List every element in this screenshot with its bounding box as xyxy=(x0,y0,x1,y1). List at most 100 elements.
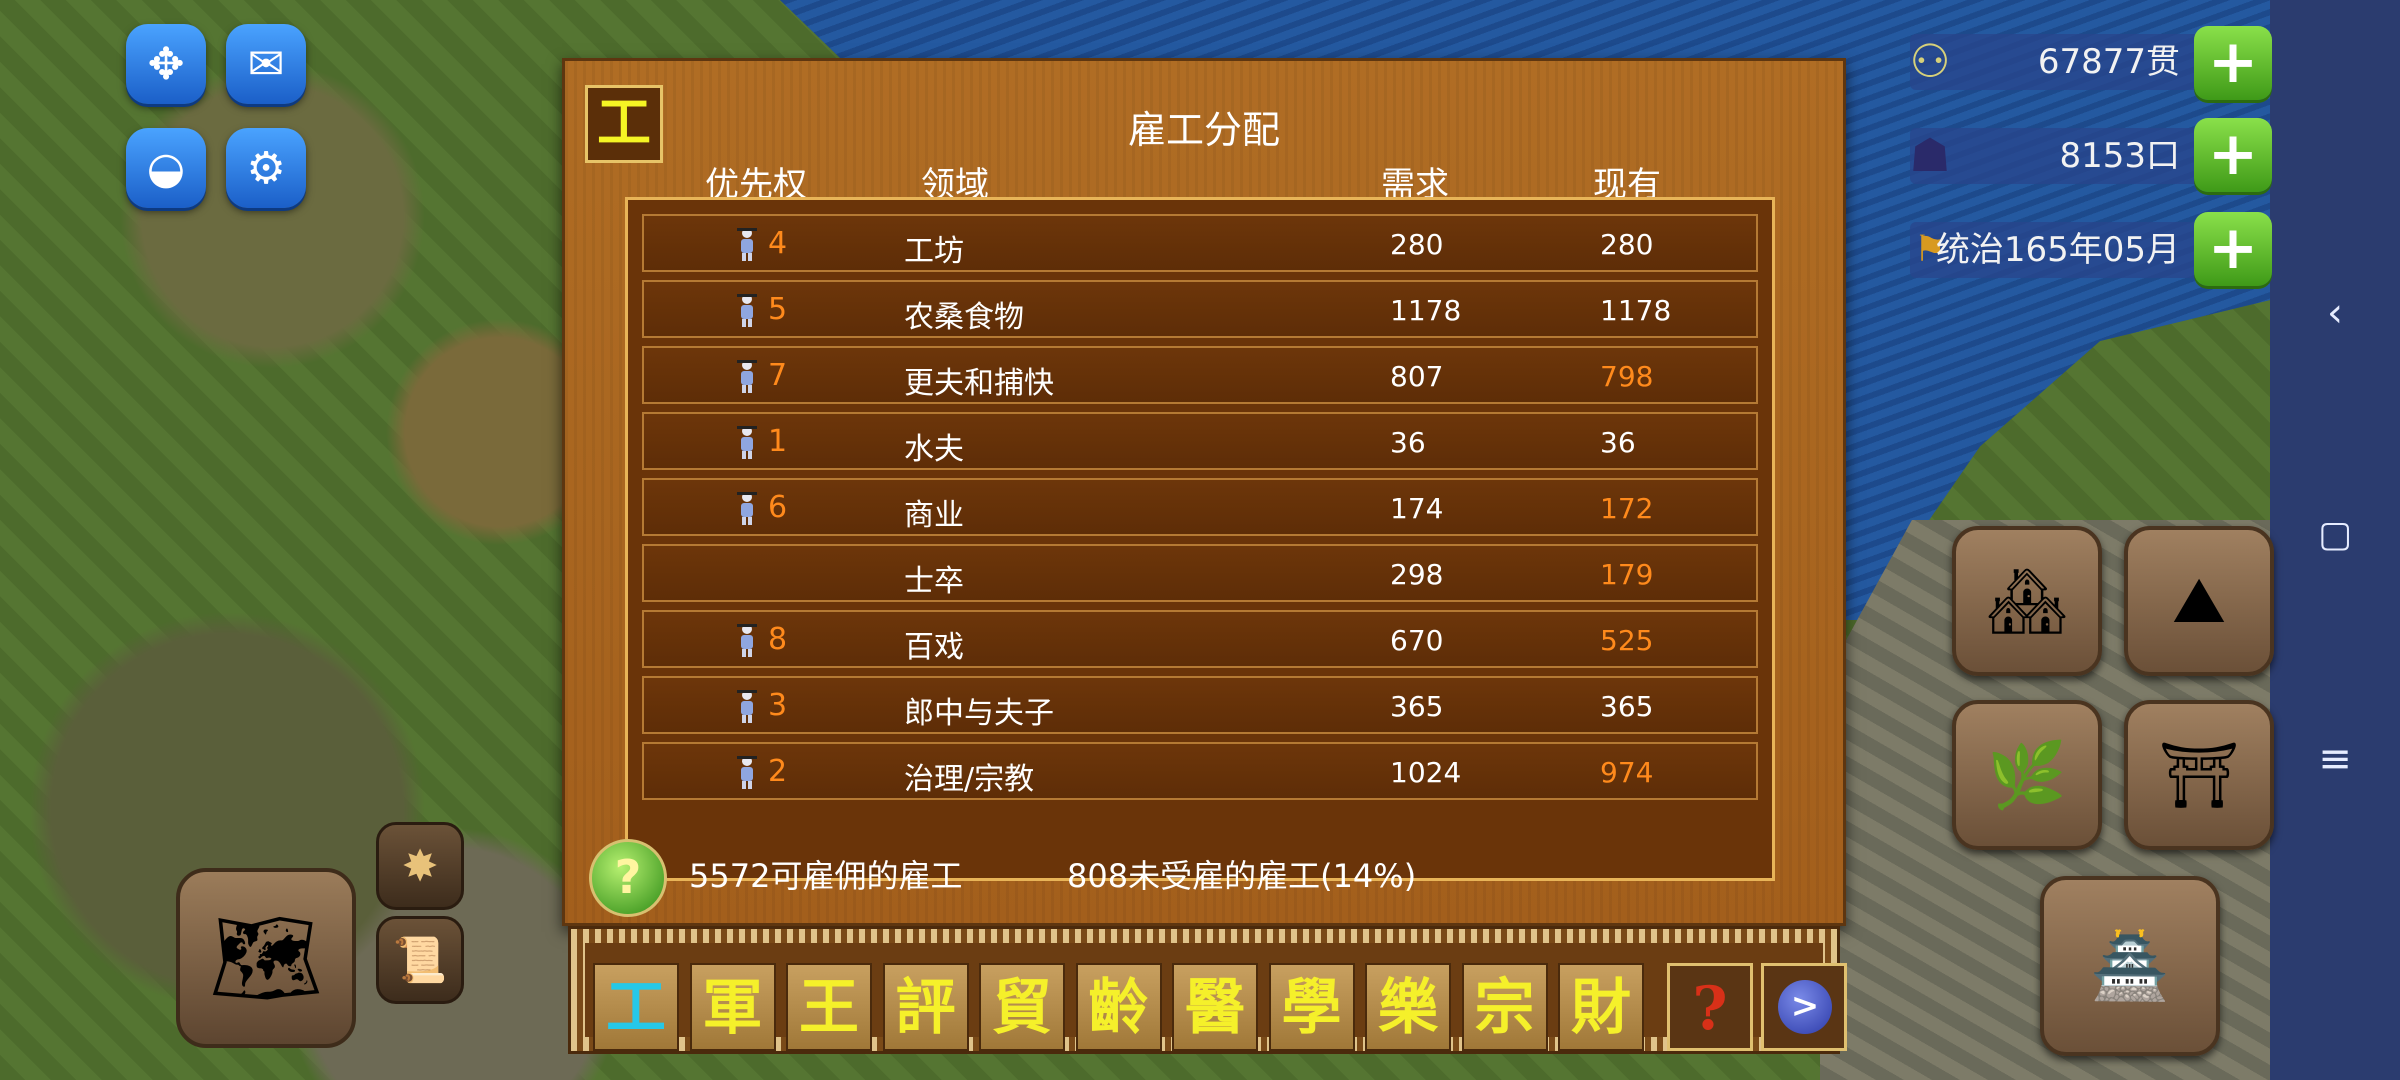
current-value: 36 xyxy=(1600,426,1636,459)
recent-apps-nav-button[interactable]: ≡ xyxy=(2270,736,2400,782)
worker-icon xyxy=(737,624,757,657)
priority-value[interactable]: 4 xyxy=(768,226,787,261)
unemployed-workers: 808未受雇的雇工(14%) xyxy=(1067,857,1417,895)
field-name: 郎中与夫子 xyxy=(904,696,1054,731)
toolbar-help-button[interactable]: ? xyxy=(1667,963,1753,1051)
advisor-button[interactable]: 宗 xyxy=(1461,963,1548,1051)
current-value: 172 xyxy=(1600,492,1654,525)
priority-value[interactable]: 7 xyxy=(768,358,787,393)
advisor-button[interactable]: 財 xyxy=(1558,963,1644,1051)
advisor-button[interactable]: 評 xyxy=(882,963,969,1051)
advisor-button[interactable]: 王 xyxy=(786,963,872,1051)
labor-row[interactable]: 2 治理/宗教 1024 974 xyxy=(642,742,1758,800)
star-icon[interactable]: ✸ xyxy=(376,822,464,910)
labor-row[interactable]: 7 更夫和捕快 807 798 xyxy=(642,346,1758,404)
advisor-button[interactable]: 醫 xyxy=(1172,963,1258,1051)
mail-icon[interactable]: ✉ xyxy=(226,24,306,104)
city-overview-icon[interactable]: 🏯 xyxy=(2040,876,2220,1056)
demand-value: 365 xyxy=(1390,690,1444,723)
demand-value: 1178 xyxy=(1390,294,1462,327)
advisor-toolbar-inner: 工軍王評貿齡醫學樂宗財 ? > xyxy=(585,943,1847,1051)
labor-row[interactable]: 4 工坊 280 280 xyxy=(642,214,1758,272)
reign-value: 统治165年05月 xyxy=(1935,230,2180,270)
priority-value[interactable]: 3 xyxy=(768,688,787,723)
labor-allocation-panel: 工 雇工分配 优先权 领域 需求 现有 4 工坊 280 280 5 农桑食物 1178 11… xyxy=(562,58,1846,926)
add-population-button[interactable]: + xyxy=(2194,118,2272,192)
field-name: 士卒 xyxy=(904,564,964,599)
advisor-button[interactable]: 工 xyxy=(593,963,679,1051)
population-display: ☗ 8153口 xyxy=(1890,120,2220,190)
worker-icon xyxy=(737,756,757,789)
demand-value: 298 xyxy=(1390,558,1444,591)
next-arrow-icon: > xyxy=(1778,980,1832,1034)
labor-table: 4 工坊 280 280 5 农桑食物 1178 1178 7 更夫和捕快 807 798 1 水夫 36 3… xyxy=(625,197,1775,881)
labor-row[interactable]: 8 百戏 670 525 xyxy=(642,610,1758,668)
housing-icon[interactable]: 🏘 xyxy=(1952,526,2102,676)
demand-value: 670 xyxy=(1390,624,1444,657)
temple-icon[interactable]: ⛩ xyxy=(2124,700,2274,850)
money-display: ⚇ 67877贯 xyxy=(1890,26,2220,96)
panel-title: 雇工分配 xyxy=(1127,108,1280,152)
current-value: 179 xyxy=(1600,558,1654,591)
labor-row[interactable]: 5 农桑食物 1178 1178 xyxy=(642,280,1758,338)
coins-icon: ⚇ xyxy=(1909,34,1951,88)
labor-row[interactable]: 士卒 298 179 xyxy=(642,544,1758,602)
priority-value[interactable]: 1 xyxy=(768,424,787,459)
available-workers: 5572可雇佣的雇工 xyxy=(689,857,963,895)
gear-icon[interactable]: ⚙ xyxy=(226,128,306,208)
worker-icon xyxy=(737,690,757,723)
field-name: 百戏 xyxy=(904,630,964,665)
reign-display: ⚑ 统治165年05月 xyxy=(1890,214,2220,284)
current-value: 525 xyxy=(1600,624,1654,657)
advisor-button[interactable]: 學 xyxy=(1268,963,1355,1051)
toolbar-next-button[interactable]: > xyxy=(1761,963,1847,1051)
add-money-button[interactable]: + xyxy=(2194,26,2272,100)
priority-value[interactable]: 2 xyxy=(768,754,787,789)
current-value: 798 xyxy=(1600,360,1654,393)
demand-value: 36 xyxy=(1390,426,1426,459)
worker-icon xyxy=(737,492,757,525)
field-name: 治理/宗教 xyxy=(904,762,1035,797)
current-value: 365 xyxy=(1600,690,1654,723)
help-button[interactable]: ? xyxy=(589,839,667,917)
worker-icon xyxy=(737,294,757,327)
move-icon[interactable]: ✥ xyxy=(126,24,206,104)
people-icon: ☗ xyxy=(1909,128,1951,182)
farm-icon[interactable]: 🌿 xyxy=(1952,700,2102,850)
priority-value[interactable]: 5 xyxy=(768,292,787,327)
advisor-button[interactable]: 齡 xyxy=(1075,963,1162,1051)
priority-value[interactable]: 6 xyxy=(768,490,787,525)
advisor-button[interactable]: 樂 xyxy=(1365,963,1451,1051)
current-value: 974 xyxy=(1600,756,1654,789)
priority-value[interactable]: 8 xyxy=(768,622,787,657)
demand-value: 280 xyxy=(1390,228,1444,261)
labor-row[interactable]: 6 商业 174 172 xyxy=(642,478,1758,536)
field-name: 农桑食物 xyxy=(904,300,1024,335)
add-reign-button[interactable]: + xyxy=(2194,212,2272,286)
field-name: 商业 xyxy=(904,498,964,533)
advisor-button[interactable]: 貿 xyxy=(979,963,1065,1051)
labor-row[interactable]: 1 水夫 36 36 xyxy=(642,412,1758,470)
demand-value: 174 xyxy=(1390,492,1444,525)
scroll-icon[interactable]: 📜 xyxy=(376,916,464,1004)
advisor-toolbar: 工軍王評貿齡醫學樂宗財 ? > xyxy=(568,926,1847,1054)
demand-value: 807 xyxy=(1390,360,1444,393)
advisor-button[interactable]: 軍 xyxy=(689,963,776,1051)
system-navigation-bar: ‹ ▢ ≡ xyxy=(2270,0,2400,1080)
globe-icon[interactable]: ◒ xyxy=(126,128,206,208)
field-name: 水夫 xyxy=(904,432,964,467)
road-icon[interactable]: ⛰ xyxy=(2124,526,2274,676)
home-nav-button[interactable]: ▢ xyxy=(2270,514,2400,555)
labor-row[interactable]: 3 郎中与夫子 365 365 xyxy=(642,676,1758,734)
field-name: 工坊 xyxy=(904,234,964,269)
money-value: 67877贯 xyxy=(2037,42,2180,82)
population-value: 8153口 xyxy=(2059,136,2180,176)
current-value: 1178 xyxy=(1600,294,1672,327)
field-name: 更夫和捕快 xyxy=(904,366,1054,401)
worker-icon xyxy=(737,360,757,393)
worker-icon xyxy=(737,426,757,459)
back-nav-button[interactable]: ‹ xyxy=(2270,290,2400,336)
map-icon[interactable]: 🗺 xyxy=(176,868,356,1048)
worker-icon xyxy=(737,228,757,261)
demand-value: 1024 xyxy=(1390,756,1462,789)
